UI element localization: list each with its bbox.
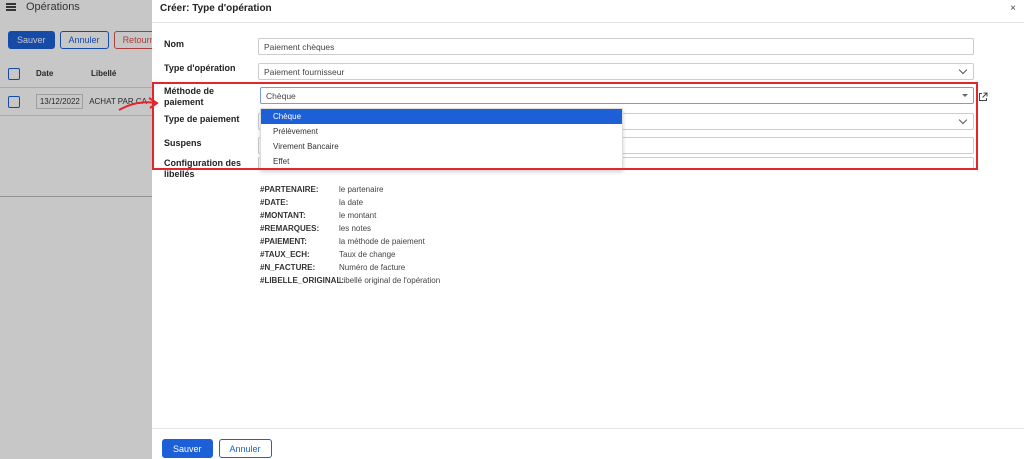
nom-value: Paiement chèques xyxy=(264,41,335,52)
list-item: #PARTENAIRE: le partenaire xyxy=(260,183,440,196)
create-operation-type-modal: Créer: Type d'opération × Nom Paiement c… xyxy=(152,0,1024,459)
list-item: #DATE: la date xyxy=(260,196,440,209)
variable-key: #DATE: xyxy=(260,198,289,207)
variable-desc: la date xyxy=(339,198,364,207)
list-item: #PAIEMENT: la méthode de paiement xyxy=(260,235,440,248)
modal-title: Créer: Type d'opération xyxy=(160,3,272,14)
variable-desc: les notes xyxy=(339,224,372,233)
header-divider xyxy=(152,22,1024,23)
type-operation-label: Type d'opération xyxy=(164,63,236,73)
modal-footer: Sauver Annuler xyxy=(162,439,272,458)
variable-key: #MONTANT: xyxy=(260,211,306,220)
modal-header: Créer: Type d'opération × xyxy=(152,0,1024,17)
list-item: #MONTANT: le montant xyxy=(260,209,440,222)
list-item: #N_FACTURE: Numéro de facture xyxy=(260,261,440,274)
type-operation-select[interactable]: Paiement fournisseur xyxy=(258,63,974,80)
type-operation-value: Paiement fournisseur xyxy=(264,66,345,77)
variable-key: #TAUX_ECH: xyxy=(260,250,310,259)
external-link-icon[interactable] xyxy=(978,92,988,102)
chevron-down-icon xyxy=(958,65,968,75)
list-item: #LIBELLE_ORIGINAL: Libellé original de l'… xyxy=(260,274,440,287)
curved-arrow-icon xyxy=(118,97,159,111)
variable-desc: le partenaire xyxy=(339,185,384,194)
highlight-box xyxy=(152,82,978,170)
variables-list: #PARTENAIRE: le partenaire #DATE: la date … xyxy=(260,183,440,287)
nom-input[interactable]: Paiement chèques xyxy=(258,38,974,55)
footer-divider xyxy=(152,428,1024,429)
variable-desc: le montant xyxy=(339,211,377,220)
variable-desc: la méthode de paiement xyxy=(339,237,425,246)
modal-cancel-button[interactable]: Annuler xyxy=(218,439,272,458)
variable-key: #N_FACTURE: xyxy=(260,263,316,272)
variable-desc: Taux de change xyxy=(339,250,396,259)
variable-key: #PARTENAIRE: xyxy=(260,185,319,194)
list-item: #REMARQUES: les notes xyxy=(260,222,440,235)
variable-key: #LIBELLE_ORIGINAL: xyxy=(260,276,345,285)
variable-desc: Libellé original de l'opération xyxy=(339,276,441,285)
variable-key: #REMARQUES: xyxy=(260,224,320,233)
variable-desc: Numéro de facture xyxy=(339,263,406,272)
list-item: #TAUX_ECH: Taux de change xyxy=(260,248,440,261)
close-icon[interactable]: × xyxy=(1010,3,1016,14)
modal-save-button[interactable]: Sauver xyxy=(162,439,213,458)
nom-label: Nom xyxy=(164,39,184,49)
variable-key: #PAIEMENT: xyxy=(260,237,307,246)
